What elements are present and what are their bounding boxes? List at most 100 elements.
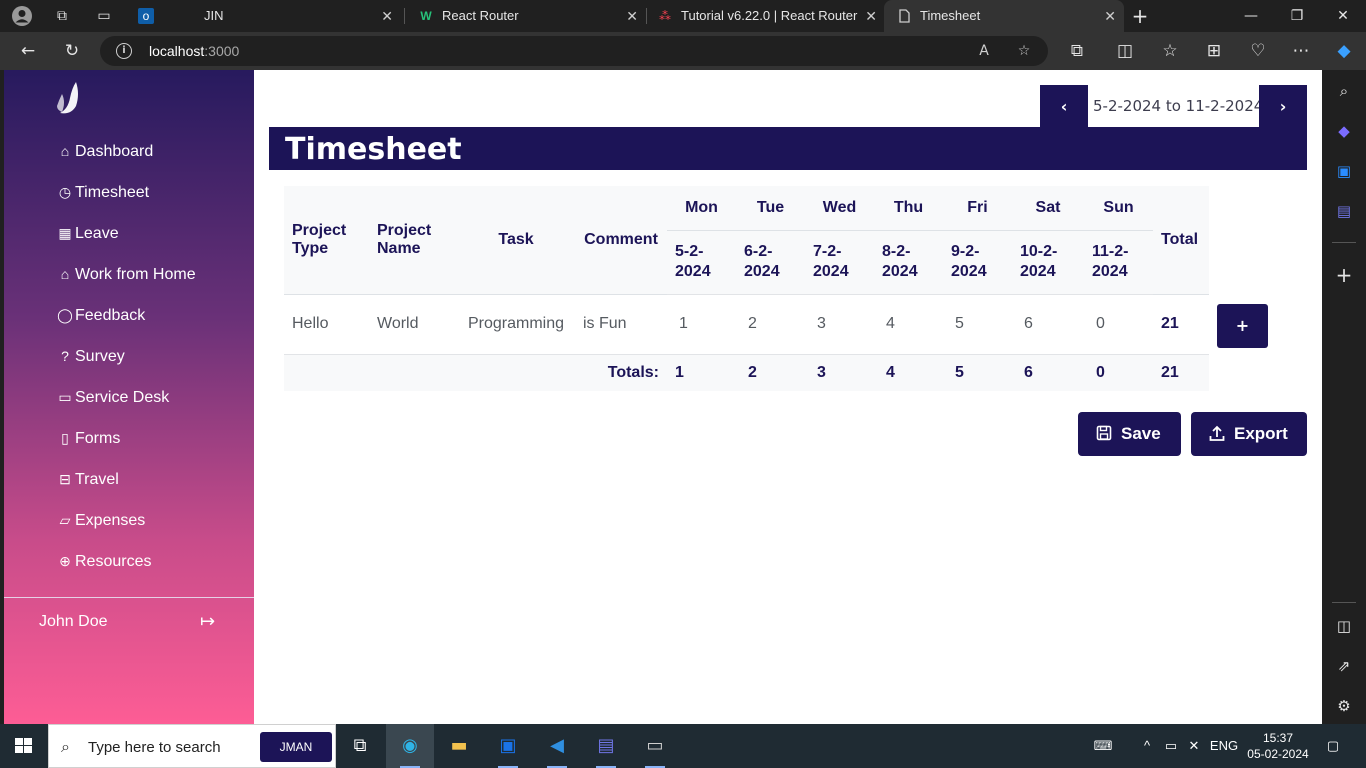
restore-button[interactable]: ❐ [1274, 0, 1320, 32]
close-icon[interactable]: ✕ [381, 0, 393, 32]
sidebar-item-leave[interactable]: ▦ Leave [56, 221, 118, 245]
cell-hours-mon[interactable]: 1 [667, 293, 736, 355]
column-header-project-name: Project Name [369, 186, 457, 295]
cell-hours-sun[interactable]: 0 [1084, 293, 1153, 355]
language-indicator[interactable]: ENG [1208, 724, 1240, 768]
url-host: localhost [149, 43, 205, 59]
cell-hours-tue[interactable]: 2 [736, 293, 805, 355]
next-week-button[interactable]: › [1259, 85, 1307, 128]
refresh-icon[interactable]: ↻ [58, 38, 86, 64]
cell-project-name[interactable]: World [369, 293, 457, 355]
tab-actions-icon[interactable]: ▭ [93, 5, 115, 27]
settings-gear-icon[interactable]: ⚙ [1333, 695, 1355, 717]
sidebar-item-feedback[interactable]: ◯ Feedback [56, 303, 145, 327]
keyboard-icon[interactable]: ⌨ [1088, 724, 1118, 768]
cell-hours-sat[interactable]: 6 [1012, 293, 1084, 355]
edge-icon[interactable]: ◉ [386, 724, 434, 768]
tab-timesheet[interactable]: Timesheet ✕ [884, 0, 1124, 32]
external-link-icon[interactable]: ⇗ [1333, 655, 1355, 677]
sidebar-item-travel[interactable]: ⊟ Travel [56, 467, 119, 491]
url-text[interactable]: localhost:3000 [149, 36, 239, 66]
add-row-button[interactable]: + [1217, 304, 1268, 348]
search-icon[interactable]: ⌕ [1333, 80, 1355, 102]
logout-icon[interactable]: ↦ [200, 611, 215, 632]
monitor-icon: ▭ [58, 389, 72, 405]
cell-project-type[interactable]: Hello [284, 293, 369, 355]
file-icon: ▯ [61, 430, 69, 446]
sidebar-item-forms[interactable]: ▯ Forms [56, 426, 120, 450]
more-menu-icon[interactable]: ⋯ [1287, 38, 1315, 64]
collections-icon[interactable]: ⊞ [1200, 38, 1228, 64]
globe-icon: ⊕ [59, 553, 71, 569]
total-sat: 6 [1012, 354, 1084, 391]
sidebar-toggle-icon[interactable]: ◫ [1333, 615, 1355, 637]
address-bar[interactable]: i localhost:3000 A ☆ [100, 36, 1048, 66]
performance-icon[interactable]: ♡ [1244, 38, 1272, 64]
sidebar-item-expenses[interactable]: ▱ Expenses [56, 508, 146, 532]
chevron-up-icon[interactable]: ^ [1138, 724, 1156, 768]
vscode-icon[interactable]: ◀ [533, 724, 581, 768]
outlook-icon[interactable]: ▣ [484, 724, 532, 768]
cell-hours-wed[interactable]: 3 [805, 293, 874, 355]
network-icon[interactable]: ▭ [1160, 724, 1182, 768]
close-icon[interactable]: ✕ [1104, 0, 1116, 32]
taskbar: ⌕ Type here to search JMAN ⧉ ◉ ▬ ▣ ◀ ▤ ▭… [0, 724, 1366, 768]
task-view-icon[interactable]: ⧉ [336, 724, 384, 768]
extensions-icon[interactable]: ⧉ [1063, 38, 1091, 64]
previous-week-button[interactable]: ‹ [1040, 85, 1088, 128]
file-explorer-icon[interactable]: ▬ [435, 724, 483, 768]
browser-toolbar: ← ↻ i localhost:3000 A ☆ ⧉ ◫ ☆ ⊞ ♡ ⋯ ◆ [0, 32, 1366, 70]
column-header-task: Task [457, 186, 575, 295]
favorite-star-icon[interactable]: ☆ [1013, 40, 1035, 62]
sidebar-item-resources[interactable]: ⊕ Resources [56, 549, 151, 573]
system-clock[interactable]: 15:37 05-02-2024 [1246, 730, 1310, 762]
save-button[interactable]: Save [1078, 412, 1181, 456]
shopping-icon[interactable]: ◆ [1333, 120, 1355, 142]
tab-jin[interactable]: o JIN ✕ [126, 0, 401, 32]
outlook-icon[interactable]: ▣ [1333, 160, 1355, 182]
tab-tutorial[interactable]: ⁂ Tutorial v6.22.0 | React Router ✕ [645, 0, 885, 32]
teams-icon[interactable]: ▤ [1333, 200, 1355, 222]
close-icon[interactable]: ✕ [865, 0, 877, 32]
profile-icon[interactable] [11, 5, 33, 27]
split-screen-icon[interactable]: ◫ [1111, 38, 1139, 64]
date-header-thu: 8-2-2024 [874, 230, 943, 294]
page-header: Timesheet [269, 127, 1307, 170]
tab-react-router[interactable]: W React Router ✕ [406, 0, 646, 32]
workspaces-icon[interactable]: ⧉ [51, 5, 73, 27]
new-tab-icon[interactable]: + [1129, 5, 1151, 27]
minimize-button[interactable]: — [1228, 0, 1274, 32]
add-icon[interactable]: + [1333, 264, 1355, 286]
windows-start-button[interactable] [0, 724, 48, 768]
sidebar-item-label: Travel [75, 471, 119, 488]
favorites-icon[interactable]: ☆ [1156, 38, 1184, 64]
cell-task[interactable]: Programming [457, 293, 575, 355]
react-router-icon: ⁂ [659, 9, 671, 23]
cell-hours-thu[interactable]: 4 [874, 293, 943, 355]
sidebar-item-service-desk[interactable]: ▭ Service Desk [56, 385, 169, 409]
column-header-comment: Comment [575, 186, 667, 295]
volume-muted-icon[interactable]: ✕ [1184, 724, 1204, 768]
sidebar-item-work-from-home[interactable]: ⌂ Work from Home [56, 262, 196, 286]
main-content: ‹ 5-2-2024 to 11-2-2024 › Timesheet Proj… [254, 70, 1322, 724]
cell-hours-fri[interactable]: 5 [943, 293, 1012, 355]
sidebar-item-survey[interactable]: ? Survey [56, 344, 125, 368]
column-header-project-type: Project Type [284, 186, 369, 295]
read-aloud-icon[interactable]: A [973, 40, 995, 62]
url-port: :3000 [204, 43, 240, 59]
close-icon[interactable]: ✕ [626, 0, 638, 32]
teams-icon[interactable]: ▤ [582, 724, 630, 768]
export-button[interactable]: Export [1191, 412, 1307, 456]
sidebar-item-timesheet[interactable]: ◷ Timesheet [56, 180, 149, 204]
day-header-sat: Sat [1012, 186, 1084, 231]
date-header-sat: 10-2-2024 [1012, 230, 1084, 294]
terminal-icon[interactable]: ▭ [631, 724, 679, 768]
taskbar-search[interactable]: ⌕ Type here to search JMAN [48, 724, 336, 768]
site-info-icon[interactable]: i [116, 43, 132, 59]
sidebar-item-dashboard[interactable]: ⌂ Dashboard [56, 139, 154, 163]
cell-comment[interactable]: is Fun [575, 293, 667, 355]
window-close-button[interactable]: ✕ [1320, 0, 1366, 32]
notifications-icon[interactable]: ▢ [1318, 724, 1348, 768]
back-icon[interactable]: ← [14, 38, 42, 64]
copilot-icon[interactable]: ◆ [1330, 38, 1358, 64]
